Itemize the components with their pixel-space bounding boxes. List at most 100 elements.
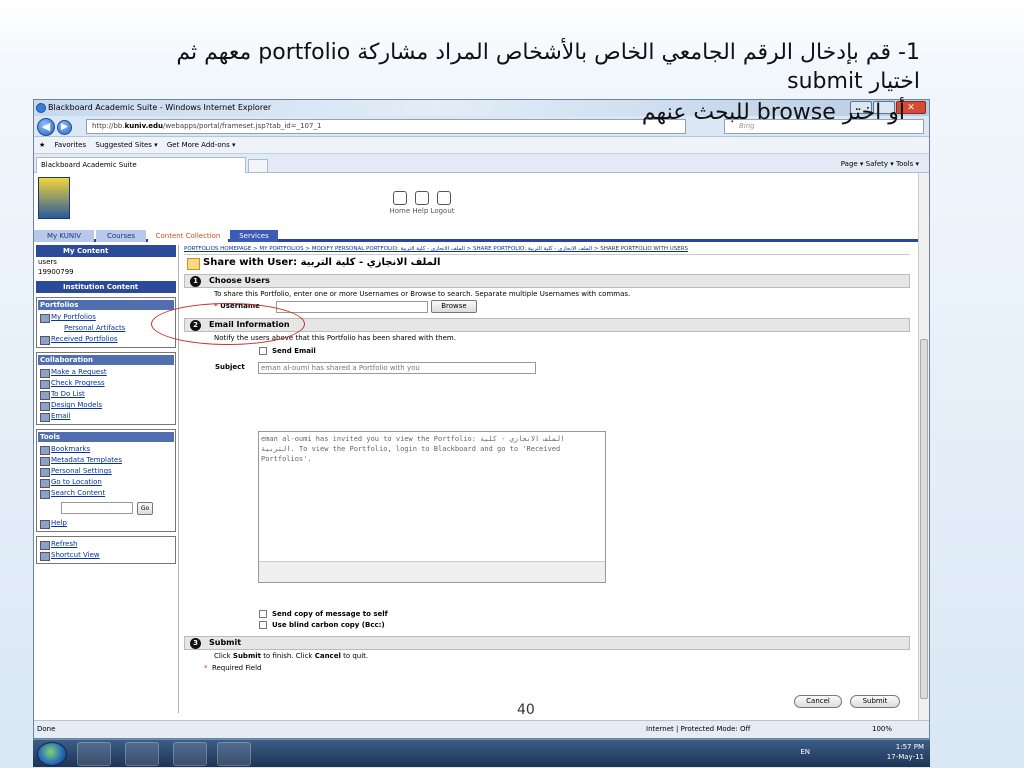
sidebar-item-email[interactable]: Email xyxy=(37,411,175,422)
help-icon[interactable] xyxy=(415,191,429,205)
breadcrumb-item[interactable]: MY PORTFOLIOS xyxy=(259,246,303,252)
bcc-row: Use blind carbon copy (Bcc:) xyxy=(184,621,910,633)
go-button[interactable]: Go xyxy=(137,502,153,515)
suggested-sites-link[interactable]: Suggested Sites ▾ xyxy=(95,141,157,149)
spellcheck-bar xyxy=(259,561,605,582)
sidebar-item-make-request[interactable]: Make a Request xyxy=(37,367,175,378)
my-content-header[interactable]: My Content xyxy=(36,245,176,257)
username-input[interactable] xyxy=(276,301,428,313)
taskbar-powerpoint-icon[interactable] xyxy=(217,742,251,766)
subject-input[interactable]: eman al-oumi has shared a Portfolio with… xyxy=(258,362,536,374)
tools-search-input[interactable] xyxy=(61,502,133,514)
favorites-star-icon[interactable]: ★ xyxy=(39,141,45,149)
sidebar-item-help[interactable]: Help xyxy=(37,518,175,529)
bcc-checkbox[interactable] xyxy=(259,621,267,629)
slide-page-number: 40 xyxy=(517,702,535,718)
tab-content-collection[interactable]: Content Collection xyxy=(148,230,228,242)
clock-time: 1:57 PM xyxy=(895,743,924,751)
step-number-3: 3 xyxy=(190,638,201,649)
message-text: eman al-oumi has invited you to view the… xyxy=(261,435,569,463)
tab-courses[interactable]: Courses xyxy=(96,230,146,242)
sidebar-item-shortcut-view[interactable]: Shortcut View xyxy=(37,550,175,561)
status-bar: Done Internet | Protected Mode: Off 100% xyxy=(34,720,929,738)
sidebar-item-todo-list[interactable]: To Do List xyxy=(37,389,175,400)
portfolios-heading[interactable]: Portfolios xyxy=(38,300,174,310)
send-copy-checkbox[interactable] xyxy=(259,610,267,618)
vertical-scrollbar[interactable] xyxy=(918,173,929,730)
page-title: Share with User: الملف الانجازي - كلية ا… xyxy=(184,255,910,271)
command-bar[interactable]: Page ▾ Safety ▾ Tools ▾ xyxy=(841,157,919,171)
annotation-ellipse xyxy=(151,303,305,345)
tab-services[interactable]: Services xyxy=(230,230,278,242)
favorites-button[interactable]: Favorites xyxy=(55,141,87,149)
system-clock[interactable]: 1:57 PM 17-May-11 xyxy=(887,742,924,762)
send-email-checkbox[interactable] xyxy=(259,347,267,355)
institution-content-header[interactable]: Institution Content xyxy=(36,281,176,293)
browse-button[interactable]: Browse xyxy=(431,300,477,313)
step-choose-users: 1 Choose Users xyxy=(184,274,910,288)
tab-my-kuniv[interactable]: My KUNIV xyxy=(34,230,94,242)
browser-tab[interactable]: Blackboard Academic Suite xyxy=(36,157,246,173)
send-email-row: Send Email xyxy=(184,344,910,361)
clock-date: 17-May-11 xyxy=(886,753,924,761)
collaboration-heading[interactable]: Collaboration xyxy=(38,355,174,365)
breadcrumb: PORTFOLIOS HOMEPAGE > MY PORTFOLIOS > MO… xyxy=(184,245,910,255)
breadcrumb-item[interactable]: MODIFY PERSONAL PORTFOLIO: الملف الانجاز… xyxy=(312,246,465,252)
cancel-button[interactable]: Cancel xyxy=(794,695,842,708)
new-tab-button[interactable] xyxy=(248,159,268,173)
email-options: Send copy of message to self Use blind c… xyxy=(184,610,910,708)
sidebar-item-go-to-location[interactable]: Go to Location xyxy=(37,477,175,488)
taskbar-explorer-icon[interactable] xyxy=(125,742,159,766)
step-label: Choose Users xyxy=(209,276,270,285)
bb-header-links: Home Help Logout xyxy=(389,191,455,215)
bb-tabs-bar: My KUNIV Courses Content Collection Serv… xyxy=(34,229,919,242)
ie-logo-icon xyxy=(36,103,46,113)
bcc-label: Use blind carbon copy (Bcc:) xyxy=(259,621,385,629)
logout-icon[interactable] xyxy=(437,191,451,205)
get-addons-link[interactable]: Get More Add-ons ▾ xyxy=(167,141,236,149)
instructions-text: To share this Portfolio, enter one or mo… xyxy=(214,290,631,298)
sidebar-item-search-content[interactable]: Search Content xyxy=(37,488,175,499)
sidebar-item-bookmarks[interactable]: Bookmarks xyxy=(37,444,175,455)
windows-taskbar: EN 1:57 PM 17-May-11 xyxy=(33,739,930,767)
home-icon[interactable] xyxy=(393,191,407,205)
taskbar-ie-icon[interactable] xyxy=(77,742,111,766)
slide-title: 1- قم بإدخال الرقم الجامعي الخاص بالأشخا… xyxy=(40,38,920,96)
sidebar-item-refresh[interactable]: Refresh xyxy=(37,539,175,550)
url-input[interactable]: http://bb.kuniv.edu/webapps/portal/frame… xyxy=(86,119,686,134)
taskbar-media-icon[interactable] xyxy=(173,742,207,766)
sidebar-item-personal-settings[interactable]: Personal Settings xyxy=(37,466,175,477)
message-textarea[interactable]: eman al-oumi has invited you to view the… xyxy=(258,431,606,583)
slide-note: أو اختر browse للبحث عنهم xyxy=(641,100,905,125)
start-button[interactable] xyxy=(37,742,67,766)
zoom-level[interactable]: 100% xyxy=(872,721,892,738)
folder-user-id[interactable]: 19900799 xyxy=(34,267,178,277)
bb-header: Home Help Logout xyxy=(34,173,919,229)
status-text: Done xyxy=(37,725,56,733)
favorites-bar: ★ Favorites Suggested Sites ▾ Get More A… xyxy=(34,137,929,154)
scrollbar-thumb[interactable] xyxy=(920,339,928,699)
forward-arrow-icon[interactable]: ▶ xyxy=(57,120,72,135)
bb-header-links-text[interactable]: Home Help Logout xyxy=(389,207,455,215)
sidebar-item-received-portfolios[interactable]: Received Portfolios xyxy=(37,334,175,345)
browser-tab-row: Blackboard Academic Suite Page ▾ Safety … xyxy=(34,154,929,173)
back-arrow-icon[interactable]: ◀ xyxy=(37,118,55,136)
breadcrumb-current: SHARE PORTFOLIO WITH USERS xyxy=(600,246,689,252)
subject-label: Subject xyxy=(215,363,245,371)
submit-instructions: Click Submit to finish. Click Cancel to … xyxy=(214,652,369,660)
security-zone[interactable]: Internet | Protected Mode: Off xyxy=(646,721,750,738)
breadcrumb-item[interactable]: SHARE PORTFOLIO: الملف الانجازي - كلية ا… xyxy=(473,246,592,252)
sidebar-item-design-models[interactable]: Design Models xyxy=(37,400,175,411)
submit-button[interactable]: Submit xyxy=(850,695,900,708)
language-indicator[interactable]: EN xyxy=(800,748,810,756)
step-number-1: 1 xyxy=(190,276,201,287)
slide-title-line1: 1- قم بإدخال الرقم الجامعي الخاص بالأشخا… xyxy=(176,40,920,65)
send-email-label: Send Email xyxy=(259,347,316,355)
collaboration-group: Collaboration Make a Request Check Progr… xyxy=(36,352,176,425)
breadcrumb-item[interactable]: PORTFOLIOS HOMEPAGE xyxy=(184,246,251,252)
step-submit: 3 Submit xyxy=(184,636,910,650)
sidebar-item-check-progress[interactable]: Check Progress xyxy=(37,378,175,389)
folder-users[interactable]: users xyxy=(34,257,178,267)
browser-window: Blackboard Academic Suite - Windows Inte… xyxy=(33,99,930,739)
sidebar-item-metadata-templates[interactable]: Metadata Templates xyxy=(37,455,175,466)
